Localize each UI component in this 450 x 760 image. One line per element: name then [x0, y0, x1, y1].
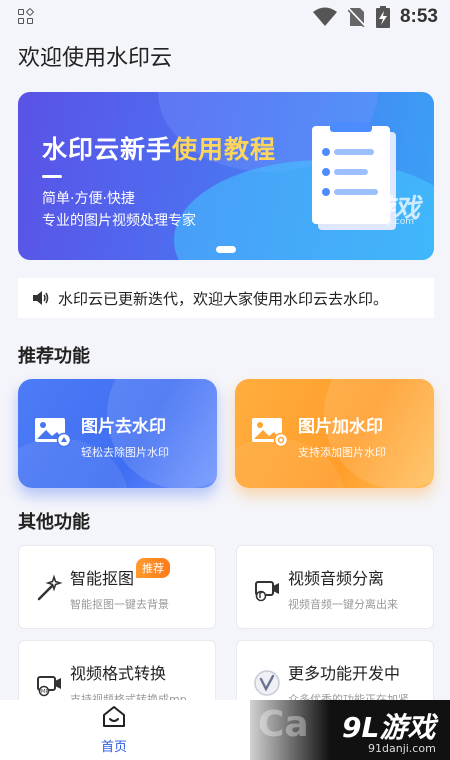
notice-bar[interactable]: 水印云已更新迭代，欢迎大家使用水印云去水印。	[18, 278, 434, 318]
video-convert-icon: MP	[37, 676, 61, 697]
card-desc: 轻松去除图片水印	[81, 446, 169, 459]
card-title: 图片去水印	[81, 417, 166, 437]
card-desc: 智能抠图一键去背景	[70, 598, 169, 611]
magic-wand-icon	[37, 574, 63, 601]
speaker-icon	[33, 291, 49, 305]
banner-title: 水印云新手使用教程	[42, 135, 277, 164]
card-title: 视频音频分离	[288, 569, 385, 588]
status-bar: 8:53	[0, 0, 450, 34]
battery-charging-icon	[375, 6, 390, 28]
recommended-section-title: 推荐功能	[18, 346, 90, 367]
banner-tagline: 专业的图片视频处理专家	[42, 213, 196, 229]
card-title: 图片加水印	[298, 417, 383, 437]
carousel-indicator[interactable]	[216, 246, 236, 253]
wifi-icon	[312, 7, 337, 26]
banner-title-highlight: 使用教程	[172, 135, 277, 164]
card-desc: 支持添加图片水印	[298, 446, 386, 459]
remove-watermark-card[interactable]: 图片去水印 轻松去除图片水印	[18, 379, 217, 488]
nav-home-label: 首页	[100, 740, 127, 755]
watermark-ghost-logo: Ca	[258, 704, 309, 745]
card-title: 更多功能开发中	[288, 664, 401, 683]
app-grid-icon	[18, 7, 35, 25]
banner-subtitle: 简单·方便·快捷	[42, 191, 135, 207]
video-audio-split-card[interactable]: 视频音频分离 视频音频一键分离出来	[236, 545, 434, 629]
image-remove-watermark-icon	[35, 418, 72, 447]
page-title: 欢迎使用水印云	[18, 46, 173, 71]
more-check-icon	[254, 670, 280, 696]
video-audio-icon	[255, 581, 279, 602]
no-sim-icon	[347, 8, 366, 27]
tutorial-banner[interactable]: 水印云新手使用教程 简单·方便·快捷 专业的图片视频处理专家 91游戏 91da…	[18, 92, 434, 260]
watermark-url: 91danji.com	[368, 742, 436, 755]
banner-divider	[42, 175, 62, 178]
home-icon	[103, 706, 125, 727]
card-title: 视频格式转换	[70, 664, 167, 683]
watermark-brand: 9L游戏	[342, 711, 436, 744]
image-add-watermark-icon	[252, 418, 289, 447]
clock: 8:53	[399, 6, 438, 27]
site-watermark: Ca 9L游戏 91danji.com	[250, 700, 450, 760]
notice-text: 水印云已更新迭代，欢迎大家使用水印云去水印。	[58, 289, 389, 308]
other-section-title: 其他功能	[18, 512, 90, 533]
smart-cutout-card[interactable]: 智能抠图 推荐 智能抠图一键去背景	[18, 545, 216, 629]
card-title: 智能抠图	[70, 569, 135, 588]
svg-text:MP: MP	[41, 689, 48, 695]
nav-home[interactable]: 首页	[94, 706, 134, 755]
card-desc: 视频音频一键分离出来	[288, 598, 398, 611]
banner-watermark-url: 91danji.com	[358, 217, 414, 227]
recommend-badge: 推荐	[136, 558, 170, 578]
add-watermark-card[interactable]: 图片加水印 支持添加图片水印	[235, 379, 434, 488]
